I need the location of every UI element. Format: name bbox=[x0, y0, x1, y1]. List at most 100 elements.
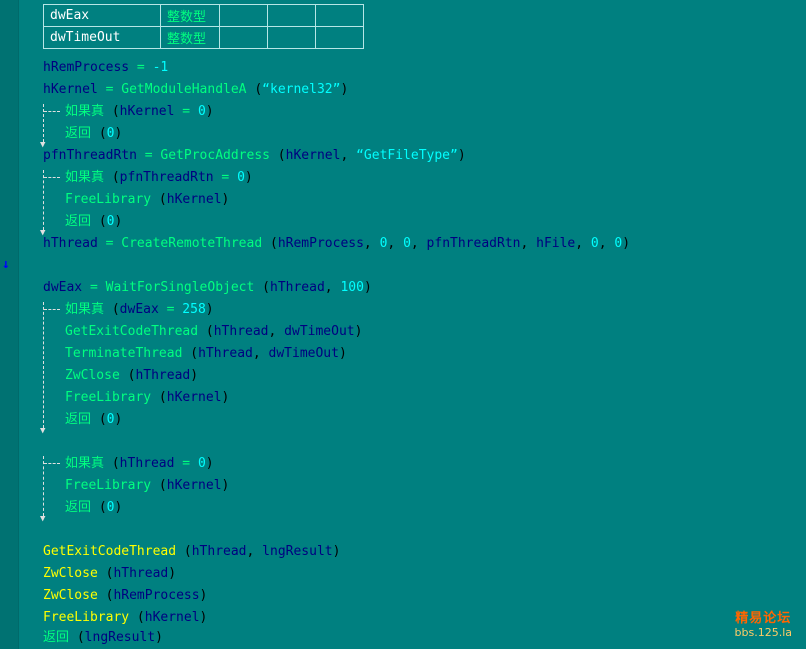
code-operator: = bbox=[158, 302, 183, 317]
code-line[interactable]: ZwClose (hThread) bbox=[65, 366, 198, 386]
code-paren: ( bbox=[91, 412, 107, 427]
code-paren: ) bbox=[168, 566, 177, 581]
code-line[interactable]: 如果真 (pfnThreadRtn = 0) bbox=[65, 168, 253, 188]
code-function: WaitForSingleObject bbox=[105, 280, 255, 295]
code-string: “GetFileType” bbox=[356, 148, 458, 163]
code-paren: ) bbox=[114, 412, 123, 427]
code-paren: ( bbox=[91, 126, 107, 141]
variable-type[interactable]: 整数型 bbox=[160, 4, 220, 27]
code-paren: ) bbox=[221, 390, 230, 405]
down-arrow-icon[interactable]: ↓ bbox=[2, 257, 10, 272]
code-function: GetProcAddress bbox=[160, 148, 270, 163]
code-line[interactable]: hThread = CreateRemoteThread (hRemProces… bbox=[43, 234, 630, 254]
table-row[interactable]: dwEax 整数型 bbox=[43, 4, 364, 27]
code-comma: , bbox=[268, 324, 285, 339]
code-line[interactable]: FreeLibrary (hKernel) bbox=[65, 476, 229, 496]
code-paren: ) bbox=[332, 544, 341, 559]
variable-name[interactable]: dwTimeOut bbox=[43, 26, 161, 49]
code-line[interactable]: dwEax = WaitForSingleObject (hThread, 10… bbox=[43, 278, 372, 298]
code-variable: lngResult bbox=[262, 544, 333, 559]
code-function: TerminateThread bbox=[65, 346, 183, 361]
code-line[interactable]: ZwClose (hThread) bbox=[43, 564, 176, 584]
code-comma: , bbox=[410, 236, 427, 251]
table-cell[interactable] bbox=[219, 4, 268, 27]
table-cell[interactable] bbox=[219, 26, 268, 49]
code-variable: hThread bbox=[198, 346, 253, 361]
code-variable: hKernel bbox=[144, 610, 200, 625]
code-variable: hKernel bbox=[166, 478, 222, 493]
code-paren: ) bbox=[457, 148, 466, 163]
code-number: -1 bbox=[152, 60, 169, 75]
code-variable: dwTimeOut bbox=[268, 346, 339, 361]
code-variable: hRemProcess bbox=[277, 236, 364, 251]
code-keyword: 如果真 bbox=[65, 104, 105, 119]
code-line[interactable]: ZwClose (hRemProcess) bbox=[43, 586, 207, 606]
code-line[interactable]: 如果真 (dwEax = 258) bbox=[65, 300, 214, 320]
code-paren: ) bbox=[205, 456, 214, 471]
code-paren: ( bbox=[69, 630, 85, 645]
code-operator: = bbox=[129, 60, 153, 75]
code-line[interactable]: TerminateThread (hThread, dwTimeOut) bbox=[65, 344, 347, 364]
code-line[interactable]: 返回 (0) bbox=[65, 124, 122, 144]
branch-guide bbox=[43, 104, 45, 142]
code-line[interactable]: FreeLibrary (hKernel) bbox=[43, 608, 207, 628]
code-variable: hRemProcess bbox=[113, 588, 200, 603]
forum-watermark: 精易论坛 bbs.125.la bbox=[735, 607, 792, 639]
code-paren: ( bbox=[129, 610, 145, 625]
table-row[interactable]: dwTimeOut 整数型 bbox=[43, 26, 364, 49]
watermark-url: bbs.125.la bbox=[734, 626, 792, 639]
code-variable: hThread bbox=[135, 368, 191, 383]
code-number: 0 bbox=[106, 412, 115, 427]
code-variable: hThread bbox=[191, 544, 247, 559]
code-variable: hRemProcess bbox=[43, 60, 130, 75]
code-variable: lngResult bbox=[84, 630, 156, 645]
table-cell[interactable] bbox=[267, 26, 316, 49]
editor-gutter[interactable] bbox=[0, 0, 18, 649]
code-variable: hFile bbox=[536, 236, 576, 251]
code-line[interactable]: 如果真 (hThread = 0) bbox=[65, 454, 214, 474]
code-number: 0 bbox=[197, 104, 206, 119]
code-variable: dwTimeOut bbox=[284, 324, 355, 339]
code-paren: ) bbox=[199, 588, 208, 603]
code-line[interactable]: FreeLibrary (hKernel) bbox=[65, 388, 229, 408]
code-line[interactable]: 返回 (0) bbox=[65, 498, 122, 518]
code-number: 258 bbox=[182, 302, 206, 317]
code-string: “kernel32” bbox=[262, 82, 341, 97]
code-paren: ) bbox=[340, 82, 349, 97]
code-variable: hThread bbox=[213, 324, 269, 339]
code-keyword: 返回 bbox=[65, 214, 92, 229]
code-paren: ) bbox=[114, 126, 123, 141]
code-line[interactable]: FreeLibrary (hKernel) bbox=[65, 190, 229, 210]
code-line[interactable]: pfnThreadRtn = GetProcAddress (hKernel, … bbox=[43, 146, 466, 166]
code-number: 0 bbox=[197, 456, 206, 471]
code-line[interactable]: GetExitCodeThread (hThread, lngResult) bbox=[43, 542, 340, 562]
code-operator: = bbox=[136, 148, 161, 163]
code-variable: dwEax bbox=[119, 302, 159, 317]
code-paren: ) bbox=[155, 630, 163, 645]
table-cell[interactable] bbox=[267, 4, 316, 27]
code-line[interactable]: 返回 (lngResult) bbox=[43, 628, 163, 648]
code-paren: ) bbox=[221, 478, 230, 493]
code-line[interactable]: hRemProcess = -1 bbox=[43, 58, 168, 78]
code-variable: hKernel bbox=[43, 82, 98, 97]
code-line[interactable]: 返回 (0) bbox=[65, 212, 122, 232]
table-cell[interactable] bbox=[315, 26, 364, 49]
code-line[interactable]: 如果真 (hKernel = 0) bbox=[65, 102, 214, 122]
table-cell[interactable] bbox=[315, 4, 364, 27]
variable-type[interactable]: 整数型 bbox=[160, 26, 220, 49]
code-number: 0 bbox=[106, 214, 115, 229]
code-variable: hThread bbox=[119, 456, 175, 471]
code-function: GetExitCodeThread bbox=[43, 544, 177, 559]
code-line[interactable]: hKernel = GetModuleHandleA (“kernel32”) bbox=[43, 80, 348, 100]
code-line[interactable]: GetExitCodeThread (hThread, dwTimeOut) bbox=[65, 322, 362, 342]
code-line[interactable]: 返回 (0) bbox=[65, 410, 122, 430]
code-paren: ( bbox=[97, 588, 114, 603]
code-paren: ( bbox=[269, 148, 286, 163]
code-paren: ( bbox=[97, 566, 114, 581]
code-paren: ( bbox=[262, 236, 278, 251]
code-paren: ) bbox=[354, 324, 363, 339]
variable-name[interactable]: dwEax bbox=[43, 4, 161, 27]
code-paren: ( bbox=[91, 500, 107, 515]
code-paren: ( bbox=[91, 214, 107, 229]
code-comma: , bbox=[520, 236, 537, 251]
